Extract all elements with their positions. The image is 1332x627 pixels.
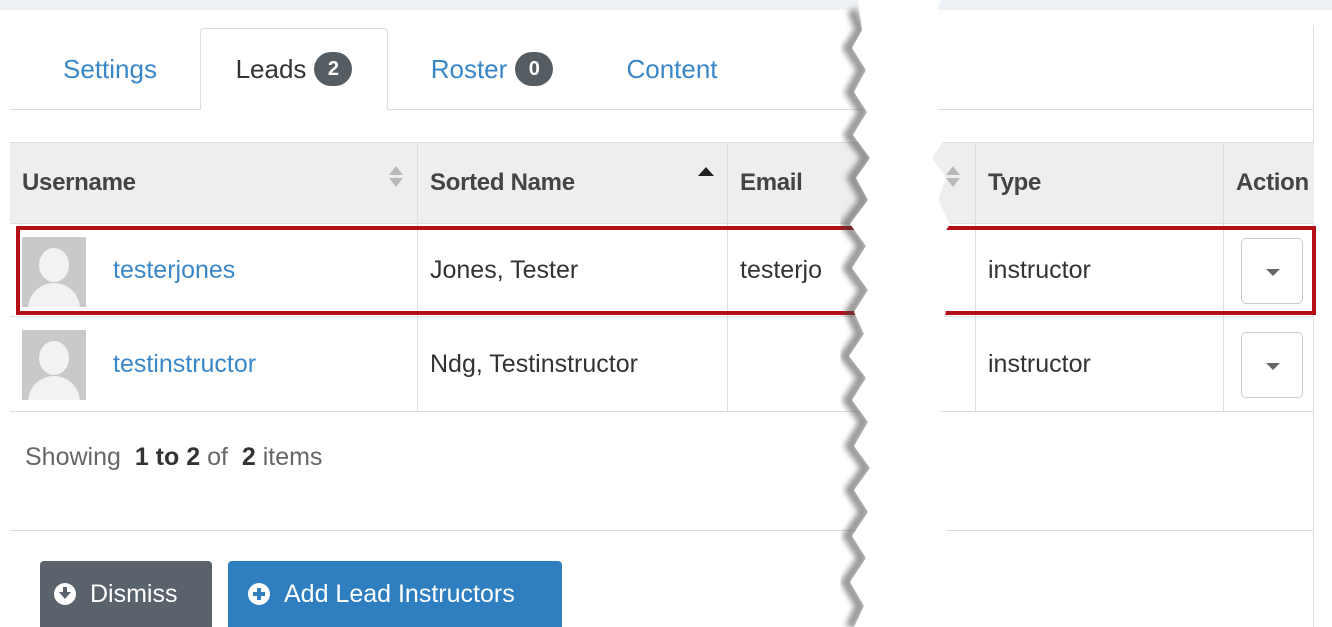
circle-arrow-down-icon <box>54 583 76 605</box>
sort-ascending-icon[interactable] <box>698 167 714 176</box>
sort-both-icon[interactable] <box>389 166 403 196</box>
sorted-name-cell: Ndg, Testinstructor <box>430 350 638 378</box>
footer-divider <box>10 530 1314 531</box>
user-silhouette-icon <box>22 330 86 400</box>
tab-leads-label: Leads <box>235 53 307 84</box>
dismiss-button[interactable]: Dismiss <box>40 561 212 627</box>
column-header-email[interactable]: Email <box>740 142 803 224</box>
torn-edge <box>838 0 950 627</box>
row-divider <box>10 411 1314 412</box>
highlight-box <box>16 226 1316 315</box>
pagination-info: Showing 1 to 2 of 2 items <box>25 443 323 471</box>
column-header-username[interactable]: Username <box>22 142 136 224</box>
column-header-sorted-name[interactable]: Sorted Name <box>430 142 575 224</box>
table-header <box>10 142 1314 224</box>
leads-count-badge: 2 <box>314 52 353 86</box>
column-header-action: Action <box>1236 169 1309 196</box>
type-cell: instructor <box>988 350 1091 378</box>
username-link[interactable]: testinstructor <box>113 350 256 379</box>
tab-leads[interactable]: Leads 2 <box>200 28 388 110</box>
tab-settings[interactable]: Settings <box>40 28 180 110</box>
add-lead-instructors-button[interactable]: Add Lead Instructors <box>228 561 562 627</box>
top-strip <box>0 0 1332 10</box>
tab-settings-label: Settings <box>63 53 157 84</box>
panel-border <box>1313 25 1314 627</box>
circle-plus-icon <box>248 583 270 605</box>
tab-content[interactable]: Content <box>604 28 740 110</box>
tab-roster-label: Roster <box>430 53 508 84</box>
action-dropdown-button[interactable] <box>1241 332 1303 398</box>
row-divider <box>10 316 1314 317</box>
caret-down-icon <box>1266 363 1280 370</box>
tab-content-label: Content <box>626 53 718 84</box>
tab-roster[interactable]: Roster 0 <box>408 28 576 110</box>
roster-count-badge: 0 <box>515 52 554 86</box>
